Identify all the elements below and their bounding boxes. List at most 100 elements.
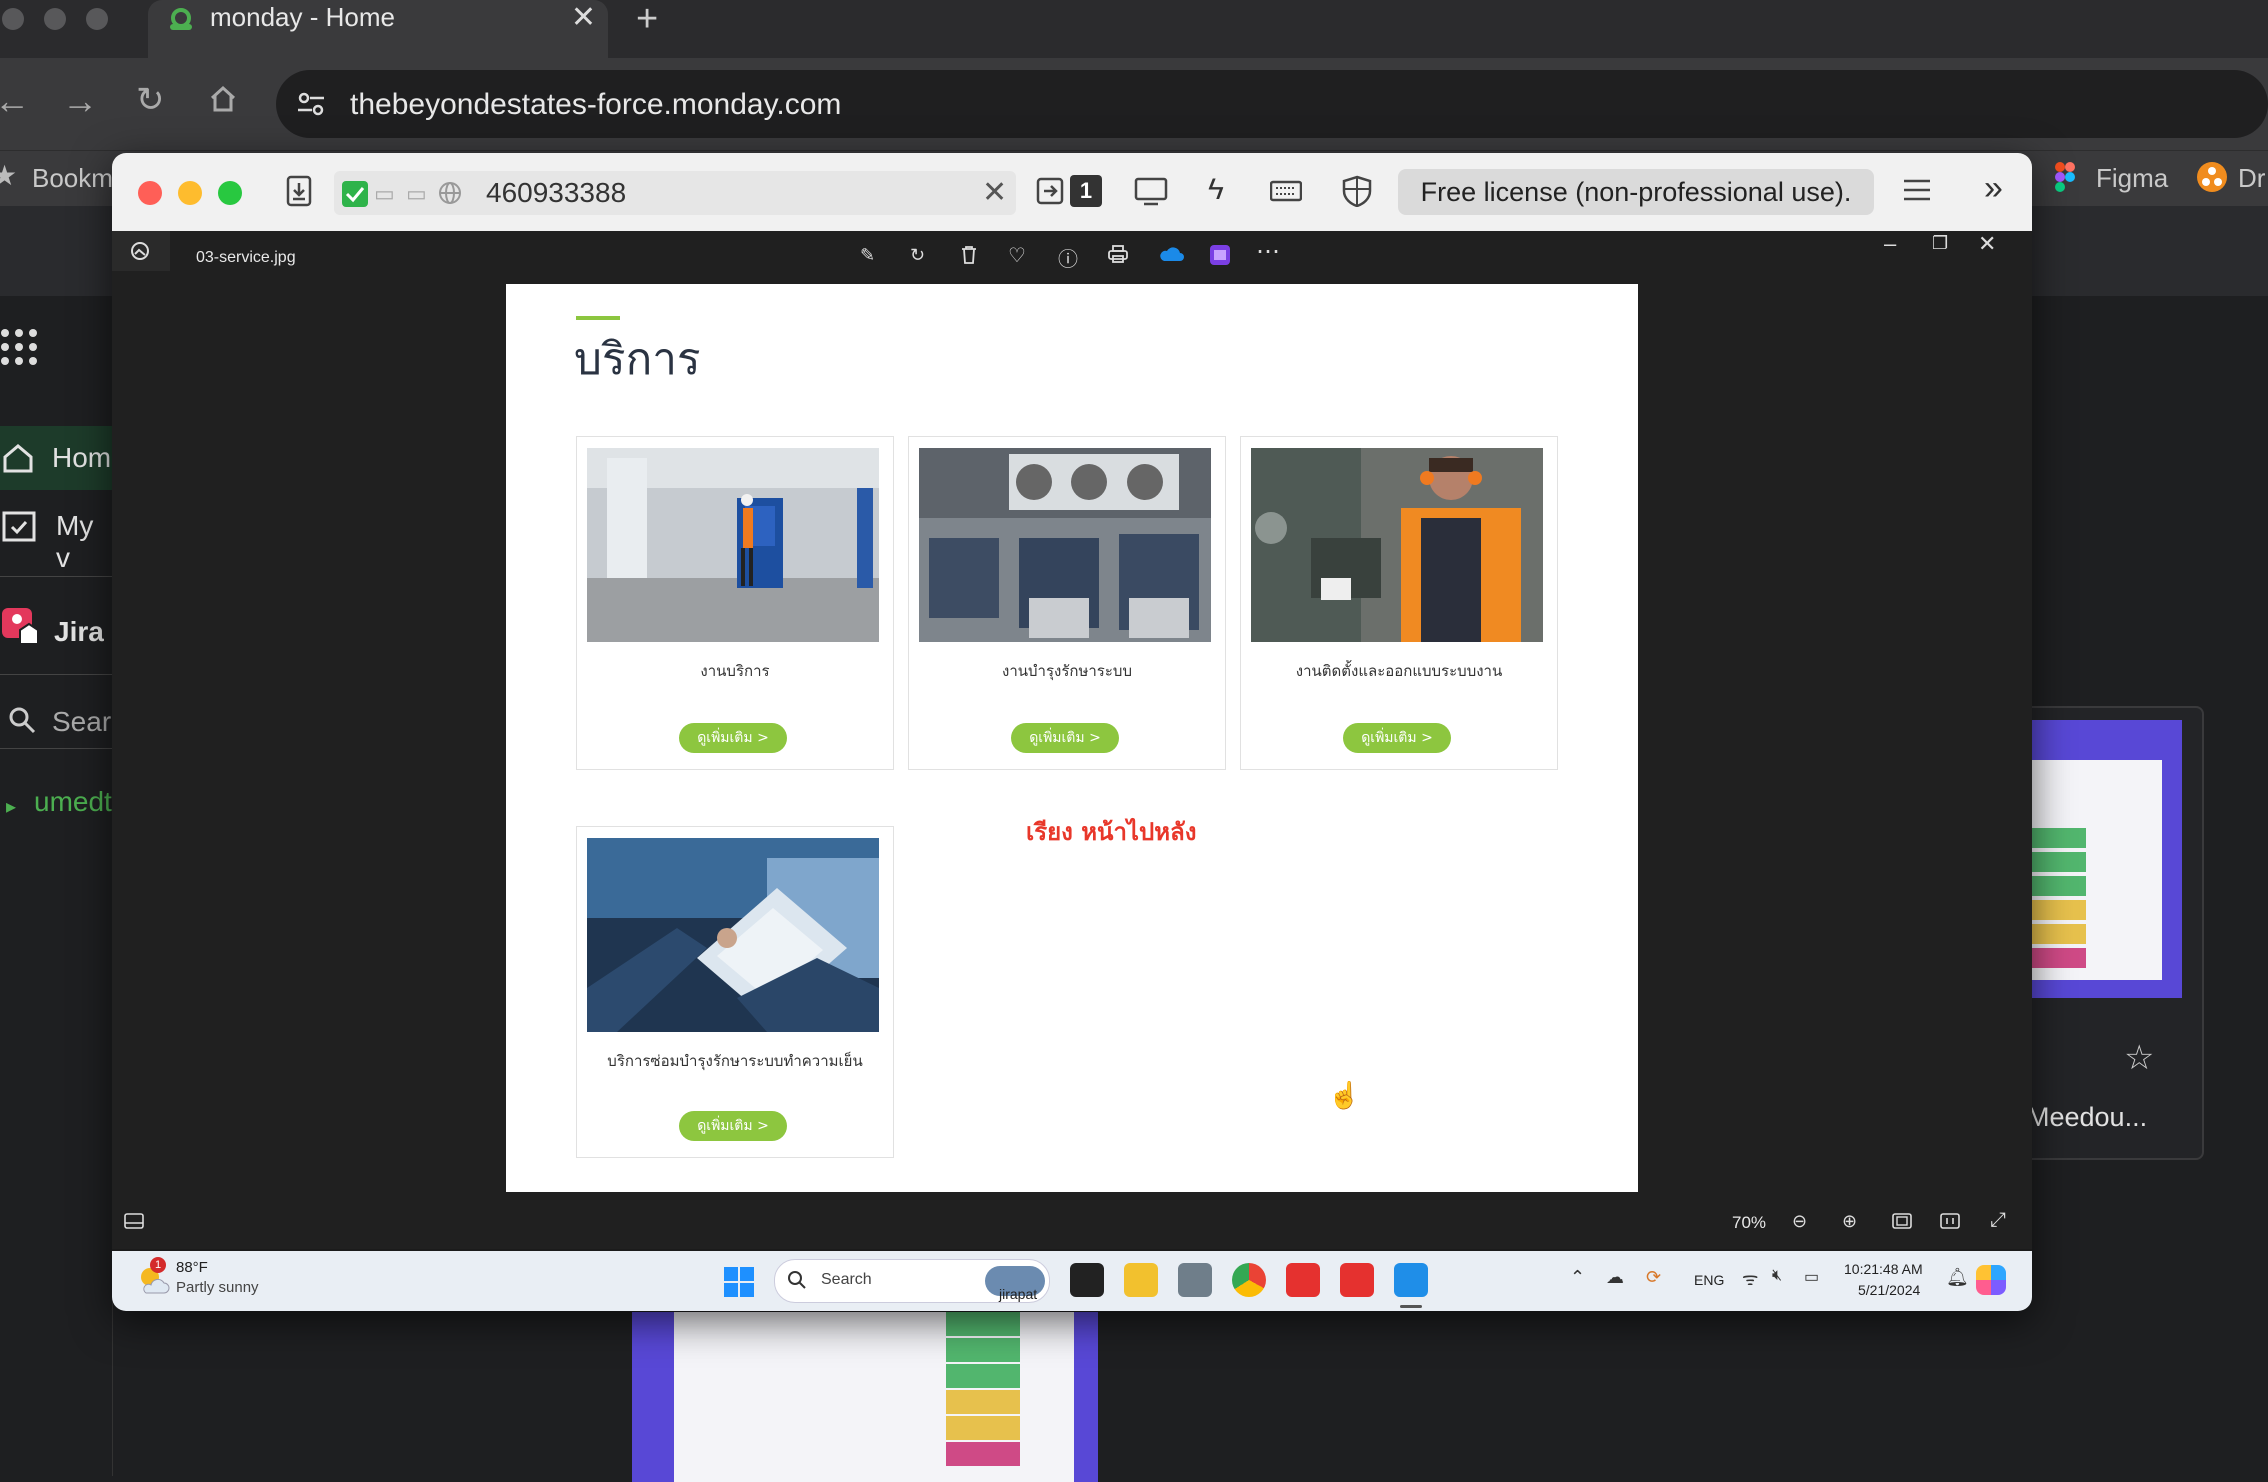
start-icon[interactable] — [724, 1267, 754, 1297]
minimize-icon[interactable]: – — [1884, 231, 1896, 257]
read-more-button[interactable]: ดูเพิ่มเติม > — [679, 1111, 787, 1141]
home-icon[interactable] — [208, 84, 238, 114]
keyboard-icon[interactable] — [1270, 179, 1302, 203]
file-explorer-icon[interactable] — [1124, 1263, 1158, 1297]
onedrive-icon[interactable] — [1158, 245, 1184, 263]
globe-icon — [438, 181, 462, 205]
photos-icon[interactable] — [1394, 1263, 1428, 1297]
input-language[interactable]: ENG — [1694, 1272, 1724, 1288]
card-title: t Meedou... — [2012, 1102, 2148, 1132]
info-icon[interactable]: ⓘ — [1058, 243, 1078, 272]
notifications-icon[interactable]: 🔔︎ — [1946, 1267, 1969, 1288]
bookmark-figma[interactable]: Figma — [2096, 163, 2168, 194]
bookmark-item[interactable]: Bookm — [32, 163, 113, 194]
battery-icon[interactable]: ▭ — [1804, 1267, 1819, 1287]
photos-app-icon — [130, 241, 150, 261]
license-badge[interactable]: Free license (non-professional use). — [1398, 169, 1874, 215]
minimize-dot[interactable] — [178, 181, 202, 205]
sidebar-label-my-work[interactable]: My v — [56, 510, 112, 574]
sidebar-search[interactable]: Sear — [52, 706, 111, 738]
fullscreen-icon[interactable]: ⤢ — [1990, 1209, 2006, 1232]
apps-grid-icon[interactable] — [0, 328, 38, 366]
switch-side-icon[interactable] — [1036, 177, 1064, 205]
read-more-button[interactable]: ดูเพิ่มเติม > — [679, 723, 787, 753]
file-transfer-icon[interactable] — [286, 175, 312, 207]
address-bar[interactable]: thebeyondestates-force.monday.com — [276, 70, 2268, 138]
file-name: 03-service.jpg — [196, 249, 296, 266]
clipchamp-icon[interactable] — [1210, 245, 1230, 265]
new-tab-icon[interactable]: + — [636, 0, 658, 41]
service-card: งานบริการ ดูเพิ่มเติม > — [576, 436, 894, 770]
close-dot[interactable] — [138, 181, 162, 205]
clear-icon[interactable]: ✕ — [982, 175, 1007, 210]
zoom-in-icon[interactable]: ⊕ — [1842, 1211, 1857, 1232]
caret-right-icon[interactable]: ▸ — [6, 794, 16, 819]
close-icon[interactable]: ✕ — [1978, 231, 1996, 257]
fit-to-window-icon[interactable] — [1892, 1213, 1912, 1229]
home-icon — [2, 442, 34, 474]
divider — [0, 674, 112, 675]
display-icon[interactable] — [1134, 177, 1168, 207]
workspace-name[interactable]: Jira — [54, 616, 104, 648]
window-zoom-dot[interactable] — [86, 8, 108, 30]
edit-icon[interactable]: ✎ — [860, 245, 875, 266]
card-photo-technician — [1251, 448, 1543, 642]
task-view-icon[interactable] — [1070, 1263, 1104, 1297]
menu-icon[interactable] — [1902, 175, 1932, 205]
workspace-avatar-icon — [2, 608, 38, 644]
chrome-icon[interactable] — [1232, 1263, 1266, 1297]
rotate-icon[interactable]: ↻ — [910, 245, 925, 266]
delete-icon[interactable] — [960, 245, 978, 265]
sidebar-board[interactable]: umedt — [34, 786, 112, 818]
anydesk-icon[interactable] — [1286, 1263, 1320, 1297]
print-icon[interactable] — [1108, 245, 1128, 263]
site-settings-icon[interactable] — [296, 90, 326, 118]
sidebar-item-home[interactable]: Hom — [0, 426, 112, 490]
browser-tab[interactable]: monday - Home ✕ — [148, 0, 608, 58]
remote-id-field[interactable]: ▭ ▭ 460933388 ✕ — [334, 171, 1016, 215]
search-icon — [8, 706, 36, 734]
monday-sidebar: Hom My v Jira Sear ▸ umedt — [0, 426, 113, 1476]
wifi-icon[interactable]: ᯤ — [1742, 1267, 1758, 1291]
restore-icon[interactable]: ❐ — [1932, 233, 1948, 254]
tab-close-icon[interactable]: ✕ — [571, 0, 596, 35]
sync-icon[interactable]: ⟳ — [1646, 1267, 1661, 1288]
show-hidden-icons[interactable]: ⌃ — [1570, 1267, 1585, 1288]
search-placeholder: Search — [821, 1271, 872, 1288]
more-options-icon[interactable]: ⋯ — [1256, 237, 1280, 266]
zoom-dot[interactable] — [218, 181, 242, 205]
volume-muted-icon[interactable]: 🔇︎ — [1772, 1267, 1782, 1285]
forward-icon[interactable]: → — [62, 80, 98, 122]
zoom-level: 70% — [1732, 1213, 1767, 1232]
board-thumbnail[interactable] — [632, 1312, 1098, 1482]
onedrive-tray-icon[interactable]: ☁ — [1606, 1267, 1624, 1288]
bookmark-dr[interactable]: Dr — [2238, 163, 2265, 194]
anydesk-icon[interactable] — [1340, 1263, 1374, 1297]
window-minimize-dot[interactable] — [44, 8, 66, 30]
expand-chevron-icon[interactable]: » — [1984, 169, 2003, 208]
photos-app: 03-service.jpg ✎ ↻ ♡ ⓘ ⋯ – ❐ ✕ บริการ งา… — [112, 231, 2032, 1249]
taskbar-search[interactable]: Search jirapat — [774, 1259, 1050, 1303]
actions-bolt-icon[interactable]: ϟ — [1208, 173, 1224, 207]
actual-size-icon[interactable] — [1940, 1213, 1960, 1229]
calculator-icon[interactable] — [1178, 1263, 1212, 1297]
back-icon[interactable]: ← — [0, 80, 30, 122]
displayed-image: บริการ งานบริการ ดูเพิ่มเติม > งานบำรุงร… — [506, 284, 1638, 1192]
bookmark-app-icon — [2196, 161, 2228, 193]
zoom-out-icon[interactable]: ⊖ — [1792, 1211, 1807, 1232]
read-more-button[interactable]: ดูเพิ่มเติม > — [1011, 723, 1119, 753]
read-more-button[interactable]: ดูเพิ่มเติม > — [1343, 723, 1451, 753]
heading-accent-bar — [576, 316, 620, 320]
filmstrip-icon[interactable] — [124, 1213, 144, 1229]
clock-time[interactable]: 10:21:48 AM — [1844, 1261, 1923, 1277]
favorite-star-icon[interactable]: ☆ — [2124, 1038, 2154, 1078]
monitor-count[interactable]: 1 — [1070, 175, 1102, 207]
favorite-icon[interactable]: ♡ — [1008, 243, 1026, 268]
copilot-icon[interactable] — [1976, 1265, 2006, 1295]
window-close-dot[interactable] — [2, 8, 24, 30]
reload-icon[interactable]: ↻ — [136, 80, 165, 120]
clock-date[interactable]: 5/21/2024 — [1858, 1282, 1920, 1298]
board-card[interactable]: ☆ t Meedou... — [2010, 706, 2204, 1160]
permissions-shield-icon[interactable] — [1342, 175, 1372, 207]
card-caption: งานบำรุงรักษาระบบ — [1002, 662, 1132, 680]
